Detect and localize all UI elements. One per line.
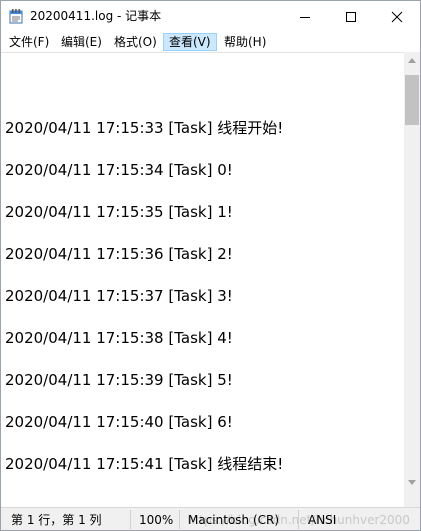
menu-view[interactable]: 查看(V) xyxy=(163,33,217,51)
chevron-up-icon xyxy=(408,58,416,63)
scroll-thumb[interactable] xyxy=(405,75,419,125)
text-line: 2020/04/11 17:15:39 [Task] 5! xyxy=(5,371,233,389)
maximize-icon xyxy=(346,12,356,22)
menu-edit[interactable]: 编辑(E) xyxy=(56,33,107,51)
status-divider xyxy=(179,510,180,529)
close-button[interactable] xyxy=(374,1,420,32)
window-title: 20200411.log - 记事本 xyxy=(30,9,162,23)
text-line: 2020/04/11 17:15:34 [Task] 0! xyxy=(5,161,233,179)
menu-bar: 文件(F) 编辑(E) 格式(O) 查看(V) 帮助(H) xyxy=(1,32,420,52)
text-editor[interactable]: 2020/04/11 17:15:33 [Task] 线程开始! 2020/04… xyxy=(1,52,404,507)
cursor-position: 第 1 行，第 1 列 xyxy=(11,513,102,527)
notepad-icon[interactable] xyxy=(9,9,23,24)
status-divider xyxy=(298,510,299,529)
editor-bottom-area xyxy=(1,491,404,507)
chevron-down-icon xyxy=(408,480,416,485)
close-icon xyxy=(391,11,403,23)
menu-help[interactable]: 帮助(H) xyxy=(219,33,271,51)
text-line: 2020/04/11 17:15:35 [Task] 1! xyxy=(5,203,233,221)
zoom-level: 100% xyxy=(139,513,174,527)
maximize-button[interactable] xyxy=(328,1,374,32)
minimize-button[interactable] xyxy=(282,1,328,32)
encoding: ANSI xyxy=(308,513,337,527)
text-line: 2020/04/11 17:15:38 [Task] 4! xyxy=(5,329,233,347)
status-bar: 第 1 行，第 1 列 100% https://blog.csdn.net/h… xyxy=(1,507,420,530)
scrollbar-corner xyxy=(404,491,420,507)
minimize-icon xyxy=(300,17,310,18)
scroll-down-button[interactable] xyxy=(404,474,420,491)
text-line: 2020/04/11 17:15:33 [Task] 线程开始! xyxy=(5,119,284,137)
title-bar[interactable]: 20200411.log - 记事本 xyxy=(1,1,420,32)
text-line: 2020/04/11 17:15:36 [Task] 2! xyxy=(5,245,233,263)
notepad-window: 20200411.log - 记事本 文件(F) 编辑(E) 格式(O) 查看(… xyxy=(0,0,421,531)
text-line: 2020/04/11 17:15:40 [Task] 6! xyxy=(5,413,233,431)
text-line: 2020/04/11 17:15:41 [Task] 线程结束! xyxy=(5,455,284,473)
line-ending: Macintosh (CR) xyxy=(188,513,280,527)
menu-file[interactable]: 文件(F) xyxy=(4,33,54,51)
status-divider xyxy=(130,510,131,529)
scroll-up-button[interactable] xyxy=(404,52,420,69)
text-line: 2020/04/11 17:15:37 [Task] 3! xyxy=(5,287,233,305)
menu-format[interactable]: 格式(O) xyxy=(109,33,162,51)
vertical-scrollbar[interactable] xyxy=(404,52,420,491)
